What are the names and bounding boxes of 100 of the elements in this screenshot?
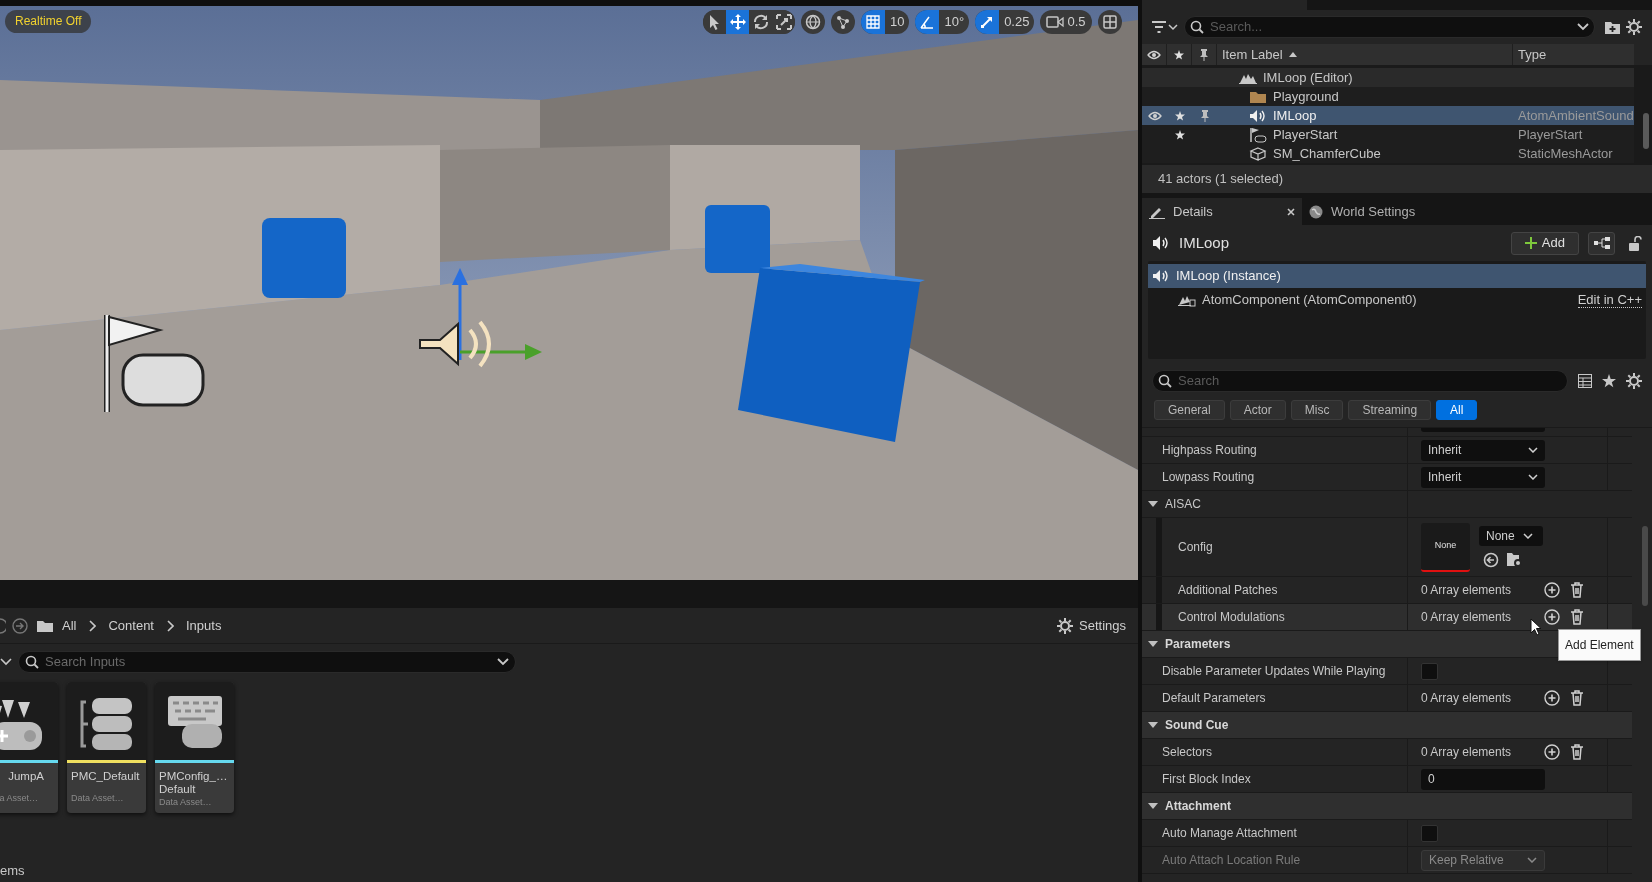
category-header[interactable]: Attachment <box>1142 793 1632 820</box>
component-row[interactable]: AtomComponent (AtomComponent0) Edit in C++ <box>1148 288 1646 312</box>
filter-tab[interactable]: All <box>1436 400 1478 420</box>
unlocked-padlock-icon[interactable] <box>1628 235 1642 251</box>
property-label: First Block Index <box>1162 771 1251 788</box>
settings-icon[interactable] <box>1626 373 1642 389</box>
filter-tab[interactable]: Misc <box>1290 400 1344 420</box>
trash-icon[interactable] <box>1570 609 1584 625</box>
checkbox[interactable] <box>1421 824 1438 842</box>
pin-icon[interactable] <box>1199 109 1210 122</box>
chevron-right-icon <box>88 619 97 632</box>
asset-thumbnail[interactable]: None <box>1421 522 1470 572</box>
scale-snap-toggle[interactable] <box>975 10 1000 34</box>
rotation-snap-toggle[interactable] <box>915 10 940 34</box>
layout-grid-icon <box>1101 14 1118 30</box>
move-icon <box>728 13 747 31</box>
grid-icon <box>865 14 881 30</box>
outliner-row[interactable]: Playground <box>1142 87 1634 106</box>
outliner-row[interactable]: SM_ChamferCube StaticMeshActor <box>1142 144 1634 163</box>
add-element-icon[interactable] <box>1544 690 1560 706</box>
asset-tile[interactable]: PMC_Default Data Asset… <box>67 682 146 813</box>
search-field[interactable]: Search... <box>1184 16 1595 38</box>
number-field[interactable]: 0 <box>1421 768 1545 790</box>
actor-label: IMLoop (Editor) <box>1263 68 1353 87</box>
breadcrumb-link[interactable]: Content <box>108 615 154 636</box>
blueprint-button[interactable] <box>1588 231 1615 255</box>
flag-gamepad-icon[interactable] <box>104 315 205 412</box>
speaker-actor-icon[interactable] <box>419 320 491 368</box>
property-label: Auto Manage Attachment <box>1162 825 1297 842</box>
settings-icon[interactable] <box>1626 19 1642 35</box>
property-label: Additional Patches <box>1178 582 1278 599</box>
search-input[interactable]: Search... <box>1210 17 1571 37</box>
property-label: Auto Attach Location Rule <box>1162 852 1301 869</box>
grid-snap-toggle[interactable] <box>861 10 885 34</box>
chevron-down-icon[interactable] <box>0 658 12 666</box>
filter-tab[interactable]: Streaming <box>1348 400 1432 420</box>
breadcrumb-link[interactable]: Inputs <box>186 615 222 636</box>
component-row[interactable]: IMLoop (Instance) <box>1148 264 1646 288</box>
table-view-icon[interactable] <box>1578 374 1592 388</box>
filter-tab[interactable]: Actor <box>1229 400 1286 420</box>
actor-name: IMLoop <box>1179 232 1231 253</box>
star-icon[interactable] <box>1602 374 1616 388</box>
dropdown[interactable]: Inherit <box>1421 439 1545 461</box>
expand-arrow-icon[interactable] <box>1148 501 1158 507</box>
star-icon <box>1174 49 1184 60</box>
property-label: Config <box>1178 539 1213 556</box>
visibility-eye-icon[interactable] <box>1147 109 1162 122</box>
filter-tab[interactable]: General <box>1154 400 1225 420</box>
asset-name: PMC_Default <box>70 769 141 783</box>
move-gizmo[interactable] <box>452 268 542 360</box>
trash-icon[interactable] <box>1570 582 1584 598</box>
settings-button[interactable]: Settings <box>1057 615 1126 636</box>
trash-icon[interactable] <box>1570 690 1584 706</box>
expand-arrow-icon[interactable] <box>1148 722 1158 728</box>
close-icon[interactable] <box>1287 207 1295 216</box>
category-header[interactable]: AISAC <box>1142 491 1632 518</box>
chevron-down-icon <box>497 658 509 666</box>
star-icon[interactable] <box>1174 110 1185 121</box>
search-field[interactable]: Search <box>1152 370 1568 392</box>
property-label: Disable Parameter Updates While Playing <box>1162 663 1386 680</box>
add-component-button[interactable]: Add <box>1510 231 1579 255</box>
browse-folder-icon[interactable] <box>1507 552 1523 568</box>
outliner-row[interactable]: IMLoop AtomAmbientSound <box>1142 106 1634 125</box>
breadcrumb-link[interactable]: All <box>62 615 77 636</box>
scrollbar-thumb[interactable] <box>1643 113 1649 149</box>
dropdown[interactable]: Inherit <box>1421 466 1545 488</box>
actor-label: Playground <box>1273 87 1339 106</box>
filter-button[interactable] <box>1152 21 1178 33</box>
asset-name: PMConfig_… Default <box>158 769 229 796</box>
search-field[interactable]: Search Inputs <box>18 651 516 673</box>
edit-in-cpp-link[interactable]: Edit in C++ <box>1577 292 1642 308</box>
translate-tool-button[interactable] <box>726 10 749 34</box>
actor-type: StaticMeshActor <box>1517 144 1613 163</box>
expand-arrow-icon[interactable] <box>1148 641 1158 647</box>
realtime-badge[interactable]: Realtime Off <box>5 10 92 33</box>
column-header[interactable]: Item Label <box>1222 44 1283 65</box>
flag-gamepad-icon <box>1249 126 1267 143</box>
star-icon[interactable] <box>1174 129 1185 140</box>
category-header[interactable]: Sound Cue <box>1142 712 1632 739</box>
scrollbar-thumb[interactable] <box>1642 526 1648 606</box>
asset-picker-dropdown[interactable]: None <box>1479 526 1543 546</box>
trash-icon[interactable] <box>1570 744 1584 760</box>
add-element-icon[interactable] <box>1544 744 1560 760</box>
add-element-icon[interactable] <box>1544 609 1560 625</box>
asset-tile[interactable]: PMConfig_… Default Data Asset… <box>155 682 234 813</box>
column-header[interactable]: Type <box>1513 44 1547 65</box>
speaker-icon <box>1249 108 1267 123</box>
tooltip: Add Element <box>1558 629 1641 661</box>
search-input[interactable]: Search Inputs <box>45 652 491 672</box>
search-input[interactable]: Search <box>1178 371 1562 391</box>
add-folder-icon[interactable] <box>1605 20 1620 34</box>
speaker-icon <box>1152 235 1170 251</box>
panel-tab[interactable]: Details <box>1142 198 1302 225</box>
expand-arrow-icon[interactable] <box>1148 803 1158 809</box>
outliner-row[interactable]: PlayerStart PlayerStart <box>1142 125 1634 144</box>
add-element-icon[interactable] <box>1544 582 1560 598</box>
camera-speed-button[interactable]: 0.5 <box>1040 10 1092 34</box>
outliner-row[interactable]: IMLoop (Editor) <box>1142 68 1634 87</box>
checkbox[interactable] <box>1421 662 1438 680</box>
asset-tile[interactable]: JumpA a Asset… <box>0 682 58 813</box>
